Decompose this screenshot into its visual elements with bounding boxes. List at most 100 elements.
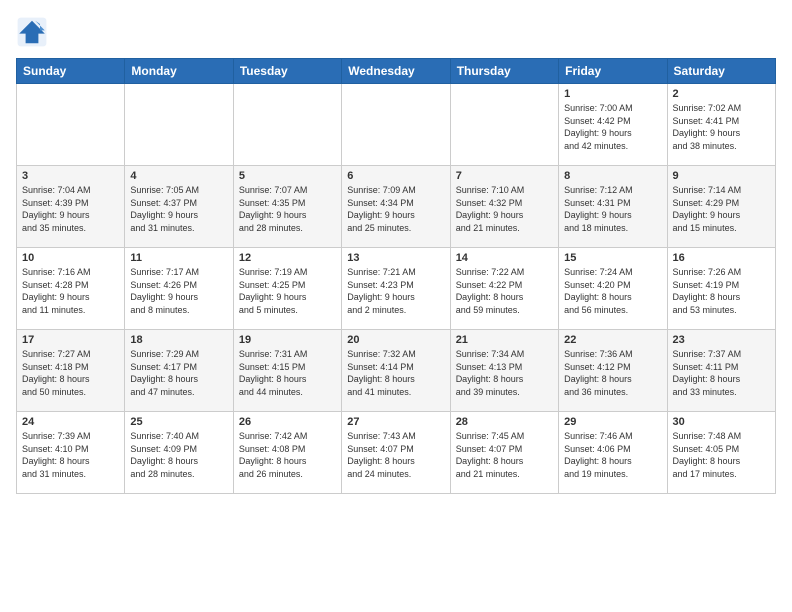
day-cell: 2 Sunrise: 7:02 AM Sunset: 4:41 PM Daylig… (667, 84, 775, 166)
day-number: 30 (673, 416, 770, 428)
logo (16, 16, 52, 48)
header-row: SundayMondayTuesdayWednesdayThursdayFrid… (17, 59, 776, 84)
day-info: Sunrise: 7:19 AM Sunset: 4:25 PM Dayligh… (239, 266, 336, 316)
day-cell (342, 84, 450, 166)
col-header-monday: Monday (125, 59, 233, 84)
week-row-4: 24 Sunrise: 7:39 AM Sunset: 4:10 PM Dayli… (17, 412, 776, 494)
day-number: 15 (564, 252, 661, 264)
day-info: Sunrise: 7:05 AM Sunset: 4:37 PM Dayligh… (130, 184, 227, 234)
day-number: 9 (673, 170, 770, 182)
day-cell (233, 84, 341, 166)
day-number: 22 (564, 334, 661, 346)
day-cell: 8 Sunrise: 7:12 AM Sunset: 4:31 PM Daylig… (559, 166, 667, 248)
day-info: Sunrise: 7:31 AM Sunset: 4:15 PM Dayligh… (239, 348, 336, 398)
header (16, 16, 776, 48)
day-number: 26 (239, 416, 336, 428)
day-cell: 25 Sunrise: 7:40 AM Sunset: 4:09 PM Dayli… (125, 412, 233, 494)
day-number: 25 (130, 416, 227, 428)
day-number: 7 (456, 170, 553, 182)
day-number: 13 (347, 252, 444, 264)
day-info: Sunrise: 7:10 AM Sunset: 4:32 PM Dayligh… (456, 184, 553, 234)
day-cell: 14 Sunrise: 7:22 AM Sunset: 4:22 PM Dayli… (450, 248, 558, 330)
day-number: 17 (22, 334, 119, 346)
day-number: 5 (239, 170, 336, 182)
day-cell: 27 Sunrise: 7:43 AM Sunset: 4:07 PM Dayli… (342, 412, 450, 494)
week-row-1: 3 Sunrise: 7:04 AM Sunset: 4:39 PM Daylig… (17, 166, 776, 248)
day-info: Sunrise: 7:27 AM Sunset: 4:18 PM Dayligh… (22, 348, 119, 398)
col-header-thursday: Thursday (450, 59, 558, 84)
day-cell (125, 84, 233, 166)
day-info: Sunrise: 7:24 AM Sunset: 4:20 PM Dayligh… (564, 266, 661, 316)
day-info: Sunrise: 7:39 AM Sunset: 4:10 PM Dayligh… (22, 430, 119, 480)
day-number: 6 (347, 170, 444, 182)
day-cell: 23 Sunrise: 7:37 AM Sunset: 4:11 PM Dayli… (667, 330, 775, 412)
day-number: 2 (673, 88, 770, 100)
day-cell: 7 Sunrise: 7:10 AM Sunset: 4:32 PM Daylig… (450, 166, 558, 248)
day-cell: 26 Sunrise: 7:42 AM Sunset: 4:08 PM Dayli… (233, 412, 341, 494)
day-cell: 11 Sunrise: 7:17 AM Sunset: 4:26 PM Dayli… (125, 248, 233, 330)
day-info: Sunrise: 7:43 AM Sunset: 4:07 PM Dayligh… (347, 430, 444, 480)
day-number: 10 (22, 252, 119, 264)
day-number: 27 (347, 416, 444, 428)
day-number: 18 (130, 334, 227, 346)
col-header-sunday: Sunday (17, 59, 125, 84)
logo-icon (16, 16, 48, 48)
day-cell: 3 Sunrise: 7:04 AM Sunset: 4:39 PM Daylig… (17, 166, 125, 248)
day-info: Sunrise: 7:07 AM Sunset: 4:35 PM Dayligh… (239, 184, 336, 234)
day-number: 14 (456, 252, 553, 264)
day-cell: 24 Sunrise: 7:39 AM Sunset: 4:10 PM Dayli… (17, 412, 125, 494)
day-info: Sunrise: 7:32 AM Sunset: 4:14 PM Dayligh… (347, 348, 444, 398)
day-cell (450, 84, 558, 166)
day-cell: 29 Sunrise: 7:46 AM Sunset: 4:06 PM Dayli… (559, 412, 667, 494)
col-header-saturday: Saturday (667, 59, 775, 84)
day-number: 8 (564, 170, 661, 182)
day-cell: 22 Sunrise: 7:36 AM Sunset: 4:12 PM Dayli… (559, 330, 667, 412)
day-cell: 18Sunrise: 7:29 AM Sunset: 4:17 PM Dayli… (125, 330, 233, 412)
calendar-table: SundayMondayTuesdayWednesdayThursdayFrid… (16, 58, 776, 494)
day-cell: 12 Sunrise: 7:19 AM Sunset: 4:25 PM Dayli… (233, 248, 341, 330)
day-info: Sunrise: 7:42 AM Sunset: 4:08 PM Dayligh… (239, 430, 336, 480)
day-cell: 28Sunrise: 7:45 AM Sunset: 4:07 PM Dayli… (450, 412, 558, 494)
day-cell: 19Sunrise: 7:31 AM Sunset: 4:15 PM Dayli… (233, 330, 341, 412)
day-info: Sunrise: 7:46 AM Sunset: 4:06 PM Dayligh… (564, 430, 661, 480)
day-number: 3 (22, 170, 119, 182)
day-info: Sunrise: 7:37 AM Sunset: 4:11 PM Dayligh… (673, 348, 770, 398)
day-cell (17, 84, 125, 166)
day-number: 20 (347, 334, 444, 346)
day-cell: 1Sunrise: 7:00 AM Sunset: 4:42 PM Daylig… (559, 84, 667, 166)
day-info: Sunrise: 7:22 AM Sunset: 4:22 PM Dayligh… (456, 266, 553, 316)
day-info: Sunrise: 7:36 AM Sunset: 4:12 PM Dayligh… (564, 348, 661, 398)
day-info: Sunrise: 7:14 AM Sunset: 4:29 PM Dayligh… (673, 184, 770, 234)
week-row-3: 17 Sunrise: 7:27 AM Sunset: 4:18 PM Dayli… (17, 330, 776, 412)
day-cell: 16 Sunrise: 7:26 AM Sunset: 4:19 PM Dayli… (667, 248, 775, 330)
day-info: Sunrise: 7:00 AM Sunset: 4:42 PM Dayligh… (564, 102, 661, 152)
day-cell: 30 Sunrise: 7:48 AM Sunset: 4:05 PM Dayli… (667, 412, 775, 494)
day-cell: 9 Sunrise: 7:14 AM Sunset: 4:29 PM Daylig… (667, 166, 775, 248)
col-header-wednesday: Wednesday (342, 59, 450, 84)
day-number: 11 (130, 252, 227, 264)
day-info: Sunrise: 7:04 AM Sunset: 4:39 PM Dayligh… (22, 184, 119, 234)
day-cell: 10 Sunrise: 7:16 AM Sunset: 4:28 PM Dayli… (17, 248, 125, 330)
day-info: Sunrise: 7:12 AM Sunset: 4:31 PM Dayligh… (564, 184, 661, 234)
week-row-2: 10 Sunrise: 7:16 AM Sunset: 4:28 PM Dayli… (17, 248, 776, 330)
day-number: 23 (673, 334, 770, 346)
day-number: 24 (22, 416, 119, 428)
day-cell: 21Sunrise: 7:34 AM Sunset: 4:13 PM Dayli… (450, 330, 558, 412)
day-info: Sunrise: 7:40 AM Sunset: 4:09 PM Dayligh… (130, 430, 227, 480)
col-header-friday: Friday (559, 59, 667, 84)
day-number: 21 (456, 334, 553, 346)
day-number: 16 (673, 252, 770, 264)
day-cell: 13Sunrise: 7:21 AM Sunset: 4:23 PM Dayli… (342, 248, 450, 330)
day-number: 12 (239, 252, 336, 264)
day-info: Sunrise: 7:48 AM Sunset: 4:05 PM Dayligh… (673, 430, 770, 480)
day-cell: 20 Sunrise: 7:32 AM Sunset: 4:14 PM Dayli… (342, 330, 450, 412)
day-info: Sunrise: 7:17 AM Sunset: 4:26 PM Dayligh… (130, 266, 227, 316)
day-info: Sunrise: 7:02 AM Sunset: 4:41 PM Dayligh… (673, 102, 770, 152)
day-number: 29 (564, 416, 661, 428)
day-cell: 15 Sunrise: 7:24 AM Sunset: 4:20 PM Dayli… (559, 248, 667, 330)
day-info: Sunrise: 7:16 AM Sunset: 4:28 PM Dayligh… (22, 266, 119, 316)
day-cell: 6Sunrise: 7:09 AM Sunset: 4:34 PM Daylig… (342, 166, 450, 248)
page: SundayMondayTuesdayWednesdayThursdayFrid… (0, 0, 792, 612)
day-info: Sunrise: 7:26 AM Sunset: 4:19 PM Dayligh… (673, 266, 770, 316)
col-header-tuesday: Tuesday (233, 59, 341, 84)
